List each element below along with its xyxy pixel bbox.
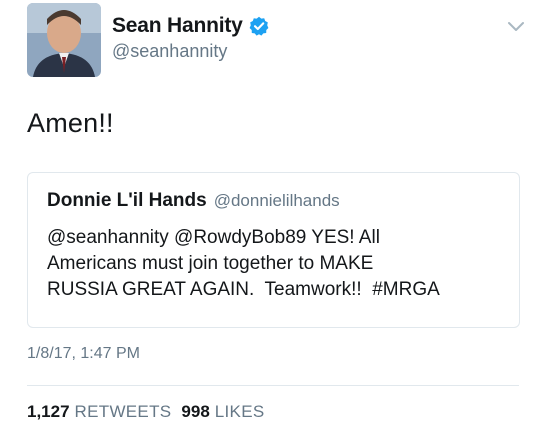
author-name-row: Sean Hannity: [112, 14, 269, 38]
quoted-tweet-text: @seanhannity @RowdyBob89 YES! All Americ…: [47, 225, 512, 303]
quoted-text-line: Americans must join together to MAKE: [47, 253, 374, 274]
tweet-timestamp[interactable]: 1/8/17, 1:47 PM: [27, 345, 140, 363]
quoted-text-line: @seanhannity @RowdyBob89 YES! All: [47, 227, 380, 248]
avatar[interactable]: [27, 3, 101, 77]
quoted-text-line: RUSSIA GREAT AGAIN. Teamwork!! #MRGA: [47, 279, 440, 300]
retweets-stat[interactable]: 1,127 RETWEETS: [27, 402, 171, 422]
quoted-display-name: Donnie L'il Hands: [47, 190, 207, 211]
quoted-handle: @donnielilhands: [213, 191, 340, 210]
likes-label: LIKES: [214, 402, 265, 421]
verified-badge-icon: [249, 16, 269, 36]
quoted-tweet[interactable]: Donnie L'il Hands @donnielilhands @seanh…: [27, 172, 520, 328]
divider: [27, 385, 519, 386]
author-handle[interactable]: @seanhannity: [112, 41, 227, 62]
retweets-count: 1,127: [27, 402, 70, 421]
author-display-name[interactable]: Sean Hannity: [112, 14, 243, 38]
tweet-text: Amen!!: [27, 108, 114, 138]
likes-stat[interactable]: 998 LIKES: [181, 402, 264, 422]
avatar-image: [27, 3, 101, 77]
retweets-label: RETWEETS: [74, 402, 172, 421]
likes-count: 998: [181, 402, 210, 421]
tweet-stats: 1,127 RETWEETS 998 LIKES: [27, 402, 264, 422]
chevron-down-icon[interactable]: [506, 20, 526, 34]
quoted-tweet-header: Donnie L'il Hands @donnielilhands: [47, 190, 340, 212]
